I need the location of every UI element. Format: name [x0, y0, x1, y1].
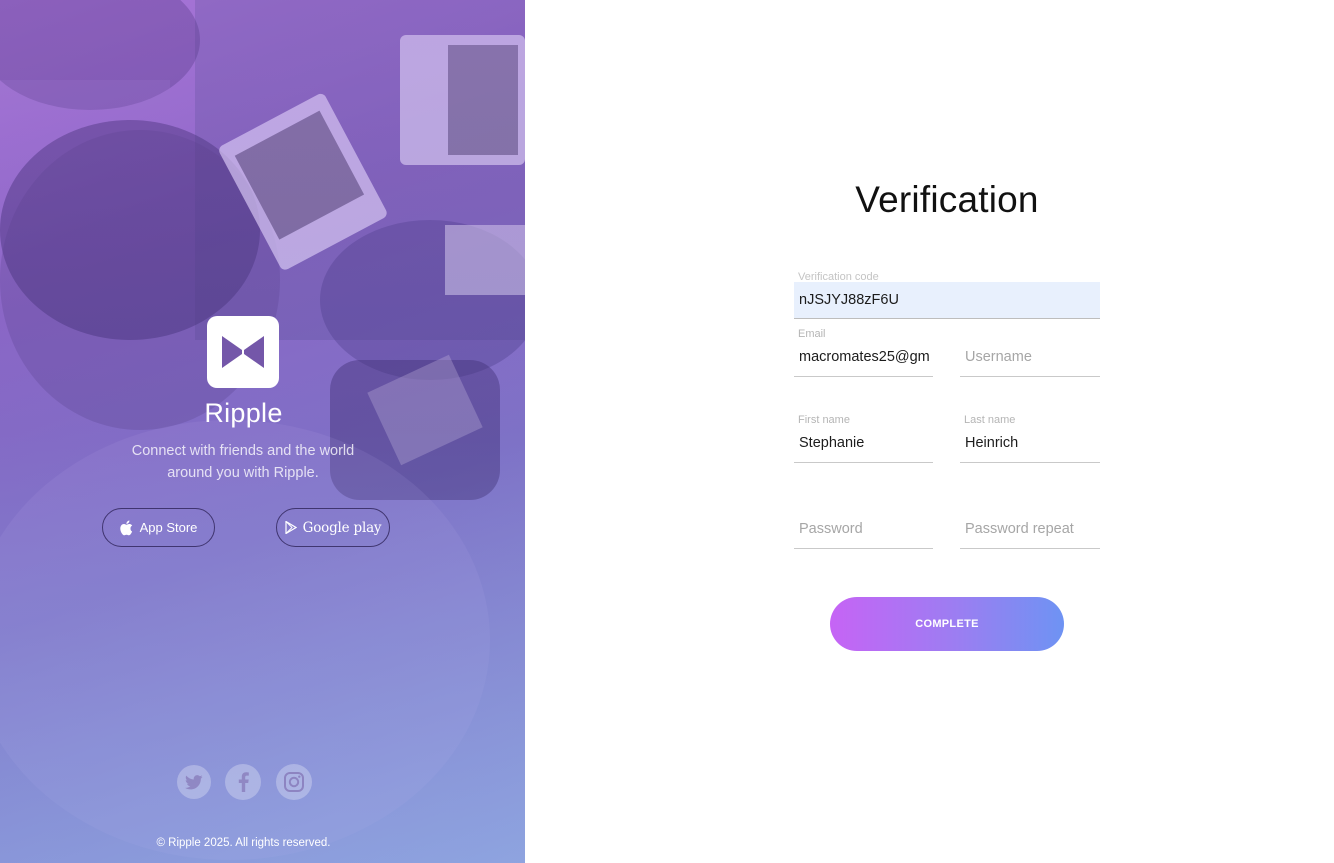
- app-store-label: App Store: [139, 520, 198, 535]
- last-name-field[interactable]: Last name Heinrich: [960, 414, 1100, 463]
- last-name-value: Heinrich: [965, 435, 1019, 451]
- ripple-logo: [207, 316, 279, 388]
- username-field[interactable]: Username: [960, 339, 1100, 377]
- instagram-icon: [284, 772, 304, 792]
- facebook-button[interactable]: [225, 764, 261, 800]
- last-name-label: Last name: [964, 414, 1016, 426]
- first-name-field[interactable]: First name Stephanie: [794, 414, 933, 463]
- email-label: Email: [798, 328, 826, 340]
- complete-button[interactable]: COMPLETE: [830, 597, 1064, 651]
- password-placeholder: Password: [799, 521, 863, 537]
- password-field[interactable]: Password: [794, 511, 933, 549]
- verification-code-field[interactable]: Verification code nJSJYJ88zF6U: [794, 271, 1100, 319]
- copyright-text: © Ripple 2025. All rights reserved.: [156, 837, 331, 849]
- google-play-icon: [285, 521, 297, 534]
- first-name-label: First name: [798, 414, 850, 426]
- google-play-button[interactable]: Google play: [276, 508, 390, 547]
- email-field[interactable]: Email macromates25@gm: [794, 328, 933, 377]
- verification-code-label: Verification code: [798, 271, 879, 283]
- apple-icon: [119, 520, 132, 535]
- hero-panel: Ripple Connect with friends and the worl…: [0, 0, 525, 863]
- google-play-label: Google play: [302, 519, 382, 536]
- page-title: Verification: [855, 179, 1039, 220]
- brand-tagline: Connect with friends and the world aroun…: [131, 443, 355, 481]
- verification-code-value: nJSJYJ88zF6U: [799, 292, 899, 308]
- password-repeat-placeholder: Password repeat: [965, 521, 1074, 537]
- hero-tint-overlay: [0, 0, 525, 863]
- first-name-value: Stephanie: [799, 435, 865, 451]
- app-store-button[interactable]: App Store: [102, 508, 215, 547]
- bowtie-logo-icon: [222, 336, 264, 368]
- brand-name: Ripple: [204, 398, 283, 428]
- twitter-icon: [185, 774, 203, 789]
- username-placeholder: Username: [965, 349, 1032, 365]
- facebook-icon: [238, 772, 249, 792]
- instagram-button[interactable]: [276, 764, 312, 800]
- twitter-button[interactable]: [177, 765, 211, 799]
- password-repeat-field[interactable]: Password repeat: [960, 511, 1100, 549]
- email-value: macromates25@gm: [799, 349, 930, 365]
